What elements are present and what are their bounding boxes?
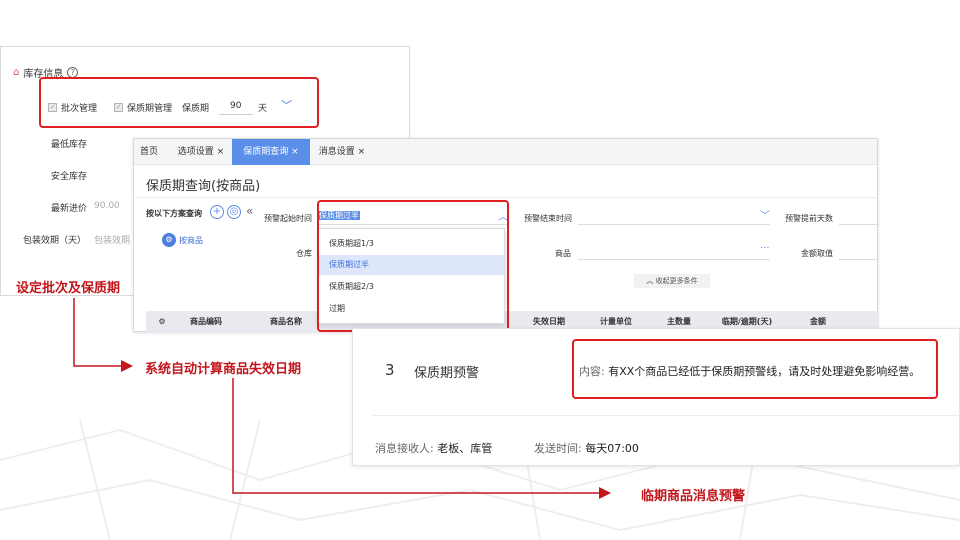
- send-time-value: 每天07:00: [585, 442, 639, 455]
- warn-days-input[interactable]: [839, 207, 879, 225]
- highlight-box-warn-start: [317, 200, 509, 332]
- tab-options-settings[interactable]: 选项设置 ×: [172, 139, 230, 165]
- warn-end-label: 预警结束时间: [524, 214, 572, 223]
- latest-price-value[interactable]: 90.00: [94, 201, 120, 211]
- safety-stock-label: 安全库存: [51, 172, 88, 182]
- by-goods-label: 按商品: [179, 235, 203, 245]
- goods-input[interactable]: [578, 242, 770, 260]
- tab-bar: 首页 选项设置 × 保质期查询 × 消息设置 ×: [134, 139, 877, 165]
- package-expiry-label: 包装效期（天）: [23, 236, 87, 246]
- tab-home[interactable]: 首页: [134, 139, 164, 165]
- send-time-label: 发送时间:: [534, 442, 582, 455]
- amount-select[interactable]: [839, 242, 879, 260]
- tab-shelf-life-query[interactable]: 保质期查询 ×: [232, 139, 310, 165]
- warn-start-label: 预警起始时间: [264, 214, 312, 223]
- message-send-time: 发送时间: 每天07:00: [534, 440, 639, 456]
- message-title: 保质期预警: [414, 366, 480, 381]
- highlight-box-message-content: [572, 339, 938, 399]
- ellipsis-icon[interactable]: ···: [760, 243, 770, 254]
- target-circle-icon[interactable]: ◎: [227, 205, 241, 219]
- page-title: 保质期查询(按商品): [146, 179, 261, 194]
- message-receiver: 消息接收人: 老板、库管: [375, 440, 492, 456]
- double-chevron-left-icon[interactable]: «: [246, 204, 253, 218]
- min-stock-label: 最低库存: [51, 140, 88, 150]
- chevron-down-icon[interactable]: ﹀: [760, 207, 770, 222]
- divider: [134, 197, 877, 198]
- plus-circle-icon[interactable]: +: [210, 205, 224, 219]
- tab-message-settings[interactable]: 消息设置 ×: [314, 139, 370, 165]
- scheme-by-goods[interactable]: ⚙ 按商品: [162, 233, 203, 247]
- goods-label: 商品: [555, 249, 571, 258]
- col-goods-name[interactable]: 商品名称: [250, 311, 322, 333]
- arrow-to-auto-calc: [73, 298, 133, 372]
- gear-icon[interactable]: ⚙: [152, 311, 172, 333]
- home-icon: ⌂: [13, 67, 20, 78]
- caption-expiry-alert: 临期商品消息预警: [641, 489, 746, 504]
- slide-canvas: ⌂ 库存信息 ? ✓ 批次管理 ✓ 保质期管理 保质期 90 天 ﹀ 最低库存 …: [0, 0, 960, 540]
- latest-price-label: 最新进价: [51, 204, 88, 214]
- caption-auto-calc: 系统自动计算商品失效日期: [145, 362, 302, 377]
- amount-label: 金额取值: [801, 249, 833, 258]
- warn-days-label: 预警提前天数: [785, 214, 833, 223]
- scheme-label: 按以下方案查询: [146, 209, 202, 218]
- package-expiry-input[interactable]: 包装效期: [94, 233, 130, 246]
- collapse-more-conditions-button[interactable]: ︽ 收起更多条件: [634, 274, 710, 288]
- double-chevron-up-icon: ︽: [646, 277, 654, 285]
- divider: [373, 415, 960, 416]
- gear-icon: ⚙: [162, 233, 176, 247]
- caption-set-batch: 设定批次及保质期: [16, 281, 121, 296]
- col-goods-code[interactable]: 商品编码: [176, 311, 236, 333]
- warn-end-select[interactable]: [578, 207, 770, 225]
- receiver-value: 老板、库管: [437, 442, 493, 455]
- highlight-box-shelf-life-settings: [39, 77, 319, 128]
- message-number: 3: [385, 361, 395, 379]
- warehouse-label: 仓库: [296, 249, 312, 258]
- more-conditions-label: 收起更多条件: [655, 277, 698, 285]
- receiver-label: 消息接收人:: [375, 442, 434, 455]
